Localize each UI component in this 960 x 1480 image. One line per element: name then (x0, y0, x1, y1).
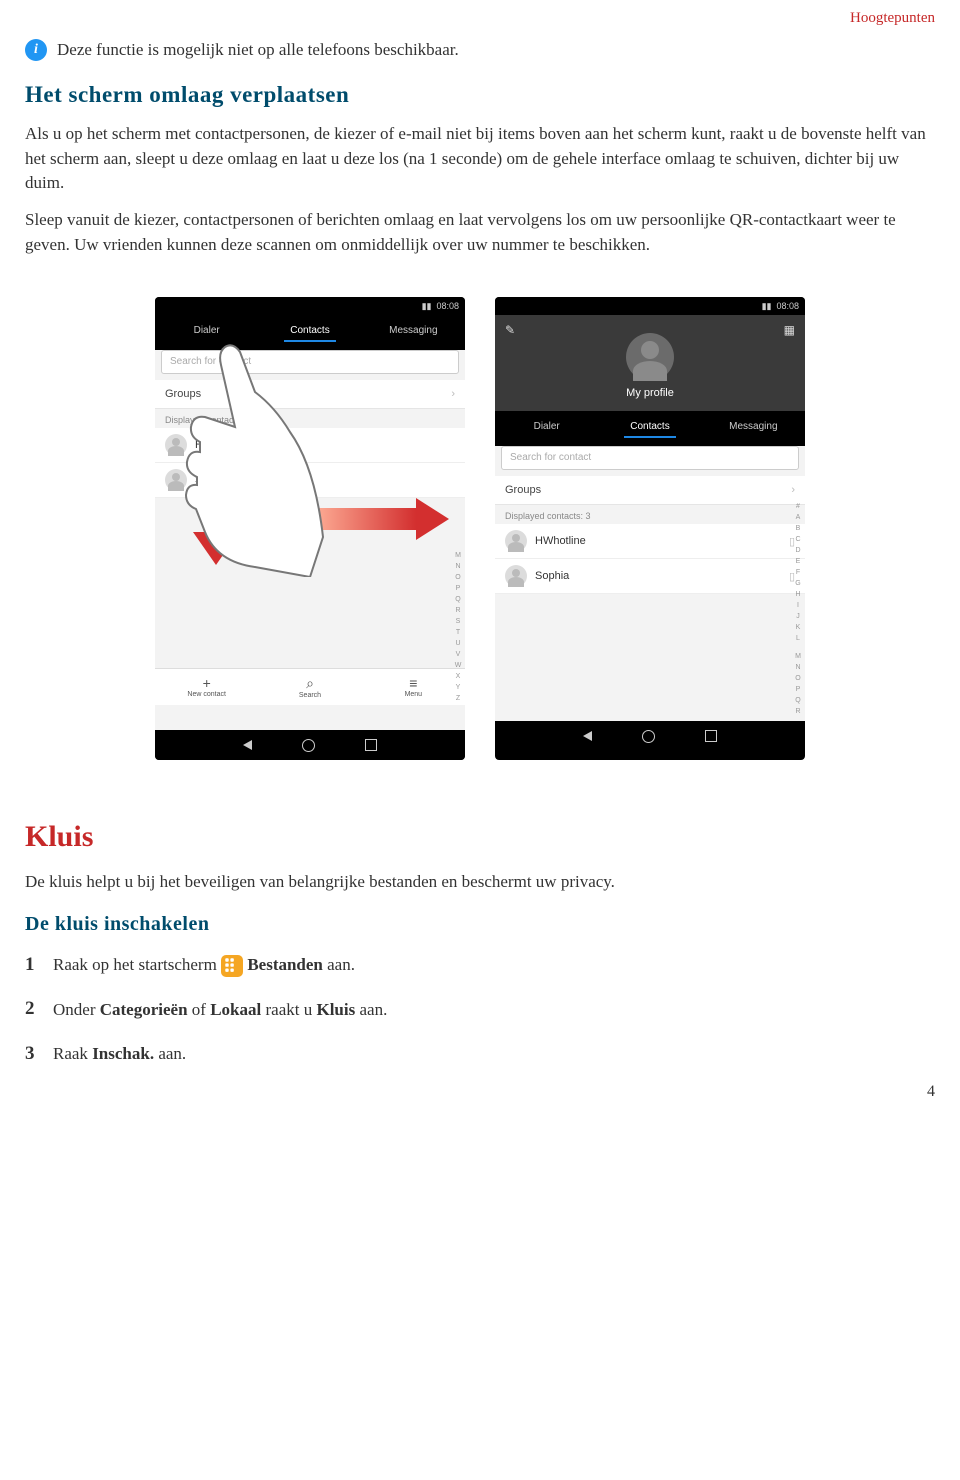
step-3: 3 Raak Inschak. aan. (25, 1039, 935, 1069)
info-icon: i (25, 39, 47, 61)
step-text: Raak op het startscherm (53, 955, 217, 974)
new-contact-button[interactable]: +New contact (155, 669, 258, 705)
home-icon[interactable] (642, 730, 655, 743)
paragraph-2: Sleep vanuit de kiezer, contactpersonen … (25, 208, 935, 257)
search-input[interactable]: Search for contact (161, 350, 459, 374)
avatar-icon (626, 333, 674, 381)
phone-screenshot-2: ▮▮ 08:08 ✎ ▦ My profile Dialer Contacts … (495, 297, 805, 760)
section-title-kluis: Kluis (25, 820, 935, 854)
tab-messaging[interactable]: Messaging (702, 411, 805, 440)
step-text: aan. (154, 1044, 186, 1063)
back-icon[interactable] (243, 740, 252, 750)
android-navbar (495, 721, 805, 751)
tab-dialer[interactable]: Dialer (495, 411, 598, 440)
files-app-icon (221, 955, 243, 977)
groups-label: Groups (165, 388, 201, 400)
bottom-action-bar: +New contact ⌕Search ≡Menu (155, 668, 465, 705)
search-button[interactable]: ⌕Search (258, 669, 361, 705)
step-number: 3 (25, 1039, 43, 1069)
app-tabs: Dialer Contacts Messaging (495, 411, 805, 440)
clock: 08:08 (776, 301, 799, 311)
search-input[interactable]: Search for contact (501, 446, 799, 470)
avatar-icon (505, 565, 527, 587)
step-text: Onder (53, 1000, 100, 1019)
step-bold: Kluis (316, 1000, 355, 1019)
step-bold: Lokaal (210, 1000, 261, 1019)
page-category: Hoogtepunten (25, 10, 935, 27)
profile-label: My profile (495, 387, 805, 399)
search-icon: ⌕ (258, 675, 361, 692)
step-text: aan. (323, 955, 355, 974)
avatar-icon (165, 434, 187, 456)
recents-icon[interactable] (705, 730, 717, 742)
section-title-move-down: Het scherm omlaag verplaatsen (25, 82, 935, 108)
step-text: of (188, 1000, 211, 1019)
contact-row-2[interactable]: Sophia ▯ (495, 559, 805, 594)
plus-icon: + (155, 675, 258, 691)
android-navbar (155, 730, 465, 760)
info-note-row: i Deze functie is mogelijk niet op alle … (25, 39, 935, 62)
step-number: 2 (25, 994, 43, 1024)
alpha-index[interactable]: # A B C D E F G H I J K L (793, 501, 803, 644)
alpha-index[interactable]: M N O P Q R S T U V W X Y Z (453, 550, 463, 704)
steps-list: 1 Raak op het startscherm Bestanden aan.… (25, 950, 935, 1069)
step-text: aan. (355, 1000, 387, 1019)
kluis-intro: De kluis helpt u bij het beveiligen van … (25, 870, 935, 895)
chevron-right-icon: › (791, 484, 795, 496)
chevron-right-icon: › (451, 388, 455, 400)
groups-row[interactable]: Groups › (495, 476, 805, 505)
edit-icon[interactable]: ✎ (505, 323, 515, 337)
contact-row-1[interactable]: HWhotline ▯ (495, 524, 805, 559)
contacts-count-label: Displayed contacts: 3 (155, 409, 465, 428)
info-note-text: Deze functie is mogelijk niet op alle te… (57, 39, 459, 62)
clock: 08:08 (436, 301, 459, 311)
qr-icon[interactable]: ▦ (784, 323, 795, 337)
contacts-count-label: Displayed contacts: 3 (495, 505, 805, 524)
signal-icon: ▮▮ (422, 301, 432, 312)
step-2: 2 Onder Categorieën of Lokaal raakt u Kl… (25, 994, 935, 1024)
screenshot-pair: ▮▮ 08:08 Dialer Contacts Messaging Searc… (25, 297, 935, 760)
subsection-enable-kluis: De kluis inschakelen (25, 913, 935, 936)
home-icon[interactable] (302, 739, 315, 752)
status-bar: ▮▮ 08:08 (155, 297, 465, 315)
profile-card: ✎ ▦ My profile (495, 315, 805, 411)
step-bold: Bestanden (247, 955, 323, 974)
contact-name: HWhotline (535, 535, 586, 547)
app-tabs: Dialer Contacts Messaging (155, 315, 465, 344)
step-text: raakt u (261, 1000, 316, 1019)
tab-contacts[interactable]: Contacts (258, 315, 361, 344)
step-bold: Inschak. (92, 1044, 154, 1063)
arrow-down-icon (185, 447, 245, 567)
avatar-icon (505, 530, 527, 552)
paragraph-1: Als u op het scherm met contactpersonen,… (25, 122, 935, 196)
page-number: 4 (25, 1083, 935, 1101)
tab-dialer[interactable]: Dialer (155, 315, 258, 344)
alpha-index-2[interactable]: M N O P Q R (793, 651, 803, 717)
groups-row[interactable]: Groups › (155, 380, 465, 409)
recents-icon[interactable] (365, 739, 377, 751)
step-bold: Categorieën (100, 1000, 188, 1019)
status-bar: ▮▮ 08:08 (495, 297, 805, 315)
menu-button[interactable]: ≡Menu (362, 669, 465, 705)
groups-label: Groups (505, 484, 541, 496)
avatar-icon (165, 469, 187, 491)
arrow-right-icon (311, 493, 451, 543)
step-number: 1 (25, 950, 43, 980)
back-icon[interactable] (583, 731, 592, 741)
contact-name: Sophia (535, 570, 569, 582)
step-1: 1 Raak op het startscherm Bestanden aan. (25, 950, 935, 980)
tab-messaging[interactable]: Messaging (362, 315, 465, 344)
signal-icon: ▮▮ (762, 301, 772, 312)
step-text: Raak (53, 1044, 92, 1063)
tab-contacts[interactable]: Contacts (598, 411, 701, 440)
menu-icon: ≡ (362, 675, 465, 691)
